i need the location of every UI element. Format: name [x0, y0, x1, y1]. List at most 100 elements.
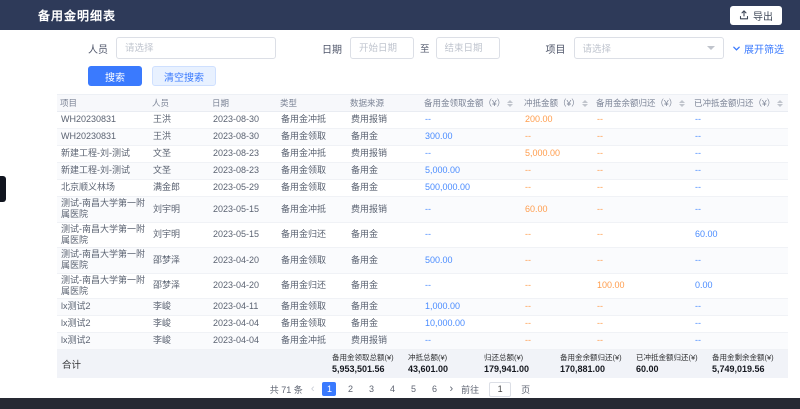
column-label: 备用金余额归还（¥）	[596, 97, 677, 109]
table-cell: 备用金	[347, 164, 421, 177]
table-cell: --	[691, 147, 785, 160]
goto-page-input[interactable]	[489, 382, 511, 397]
table-cell: 500.00	[421, 254, 521, 267]
table-cell: --	[691, 334, 785, 347]
page-button-6[interactable]: 6	[427, 382, 441, 396]
expand-filter-link[interactable]: 展开筛选	[732, 41, 784, 56]
column-header-8[interactable]: 已冲抵金额归还（¥）	[691, 97, 785, 109]
table-cell: 10,000.00	[421, 317, 521, 330]
summary-stat: 备用金余额归还(¥)170,881.00	[560, 354, 636, 374]
table-cell: 邵梦泽	[149, 254, 209, 267]
pagination: 共 71 条 ‹ 123456 › 前往 页	[0, 378, 800, 400]
summary-stat-value: 5,953,501.56	[332, 364, 408, 374]
filter-date: 日期 至	[322, 37, 500, 59]
column-header-5[interactable]: 备用金领取金额（¥）	[421, 97, 521, 109]
sort-caret-icon[interactable]	[507, 100, 513, 107]
table-cell: 王洪	[149, 113, 209, 126]
table-cell: 备用金	[347, 254, 421, 267]
summary-stat-value: 5,749,019.56	[712, 364, 788, 374]
column-header-2: 日期	[209, 97, 277, 109]
summary-stats: 备用金领取总额(¥)5,953,501.56冲抵总额(¥)43,601.00归还…	[332, 354, 788, 374]
summary-stat: 已冲抵金额归还(¥)60.00	[636, 354, 712, 374]
table-cell: 备用金冲抵	[277, 113, 347, 126]
chevron-down-icon	[707, 46, 715, 50]
table-cell: 费用报销	[347, 334, 421, 347]
table-cell: --	[593, 113, 691, 126]
column-label: 日期	[212, 97, 229, 109]
table-row: 测试-南昌大学第一附属医院刘宇明2023-05-15备用金归还备用金------…	[57, 223, 788, 249]
column-label: 数据来源	[350, 97, 384, 109]
table-cell: 满金郎	[149, 181, 209, 194]
table-cell: lx测试2	[57, 300, 149, 313]
table-cell: --	[691, 164, 785, 177]
filter-person: 人员	[88, 37, 276, 59]
filter-project: 项目 请选择	[546, 37, 724, 59]
page-button-5[interactable]: 5	[406, 382, 420, 396]
table-cell: 100.00	[593, 279, 691, 292]
table-cell: 2023-04-04	[209, 334, 277, 347]
page-button-2[interactable]: 2	[343, 382, 357, 396]
sort-caret-icon[interactable]	[582, 100, 588, 107]
table-cell: --	[691, 203, 785, 216]
table-cell: --	[521, 130, 593, 143]
table-cell: 费用报销	[347, 203, 421, 216]
summary-stat: 备用金剩余金额(¥)5,749,019.56	[712, 354, 788, 374]
search-button[interactable]: 搜索	[88, 66, 142, 86]
export-button[interactable]: 导出	[730, 6, 782, 25]
table-cell: 5,000.00	[421, 164, 521, 177]
summary-stat: 归还总额(¥)179,941.00	[484, 354, 560, 374]
drawer-handle[interactable]	[0, 176, 6, 202]
next-page-icon[interactable]: ›	[449, 384, 453, 395]
column-header-6[interactable]: 冲抵金额（¥）	[521, 97, 593, 109]
page-button-3[interactable]: 3	[364, 382, 378, 396]
table-cell: --	[593, 228, 691, 241]
sort-caret-icon[interactable]	[777, 100, 783, 107]
table-cell: 2023-04-11	[209, 300, 277, 313]
summary-stat-label: 已冲抵金额归还(¥)	[636, 354, 712, 363]
prev-page-icon[interactable]: ‹	[311, 384, 315, 395]
date-end-input[interactable]	[436, 37, 500, 59]
table-cell: --	[593, 254, 691, 267]
table-cell: 北京顺义林场	[57, 181, 149, 194]
table-cell: 费用报销	[347, 113, 421, 126]
export-label: 导出	[753, 8, 773, 23]
table-cell: lx测试2	[57, 334, 149, 347]
column-header-7[interactable]: 备用金余额归还（¥）	[593, 97, 691, 109]
table-cell: --	[421, 203, 521, 216]
clear-search-button[interactable]: 清空搜索	[152, 66, 216, 86]
column-label: 项目	[60, 97, 77, 109]
column-label: 类型	[280, 97, 297, 109]
table-cell: 备用金归还	[277, 228, 347, 241]
sort-caret-icon[interactable]	[679, 100, 685, 107]
page-button-4[interactable]: 4	[385, 382, 399, 396]
table-cell: 王洪	[149, 130, 209, 143]
summary-stat-value: 170,881.00	[560, 364, 636, 374]
table-cell: 备用金领取	[277, 300, 347, 313]
table-cell: --	[521, 334, 593, 347]
table-row: 测试-南昌大学第一附属医院邵梦泽2023-04-20备用金领取备用金500.00…	[57, 248, 788, 274]
table-cell: --	[521, 164, 593, 177]
table-cell: 60.00	[691, 228, 785, 241]
table-cell: --	[521, 254, 593, 267]
table-cell: 测试-南昌大学第一附属医院	[57, 274, 149, 299]
table-cell: --	[691, 254, 785, 267]
date-start-input[interactable]	[350, 37, 414, 59]
table-cell: 测试-南昌大学第一附属医院	[57, 223, 149, 248]
table-cell: lx测试2	[57, 317, 149, 330]
table-cell: 备用金归还	[277, 279, 347, 292]
table-cell: 2023-04-20	[209, 279, 277, 292]
table-row: lx测试2李峻2023-04-04备用金领取备用金10,000.00------	[57, 316, 788, 333]
person-input[interactable]	[116, 37, 276, 59]
summary-label: 合计	[57, 357, 332, 371]
project-select[interactable]: 请选择	[574, 37, 724, 59]
table-cell: 李峻	[149, 317, 209, 330]
summary-stat-label: 备用金领取总额(¥)	[332, 354, 408, 363]
table-cell: 备用金	[347, 130, 421, 143]
table-cell: 费用报销	[347, 147, 421, 160]
table-cell: 备用金领取	[277, 164, 347, 177]
table-cell: --	[691, 130, 785, 143]
table-cell: --	[593, 300, 691, 313]
page-button-1[interactable]: 1	[322, 382, 336, 396]
table-cell: 测试-南昌大学第一附属医院	[57, 248, 149, 273]
table-cell: 测试-南昌大学第一附属医院	[57, 197, 149, 222]
